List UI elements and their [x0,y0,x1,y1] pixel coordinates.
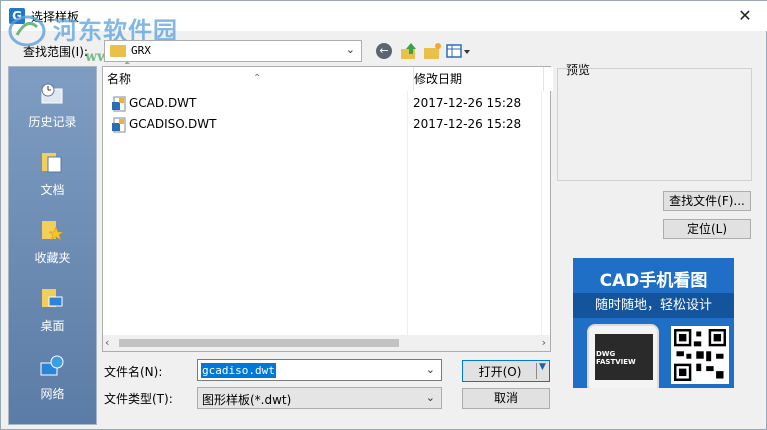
place-documents[interactable]: 文档 [9,141,96,205]
ad-banner[interactable]: CAD手机看图 随时随地，轻松设计 DWG FASTVIEW [573,258,734,388]
file-date: 2017-12-26 15:28 [413,96,522,110]
lookin-value: GRX [131,44,151,57]
ad-title: CAD手机看图 [599,271,708,291]
up-folder-icon [401,43,416,59]
file-name: GCADISO.DWT [129,117,217,131]
scroll-right-icon[interactable]: › [542,336,546,349]
network-icon [40,355,64,376]
dwt-file-icon [112,117,126,133]
filetype-value: 图形样板(*.dwt) [202,393,292,407]
back-button[interactable]: ← [376,41,398,61]
documents-icon [42,153,62,173]
new-folder-button[interactable] [422,41,444,61]
file-list: 名称 ⌃ 修改日期 GCAD.DWT 2017-12-26 15:28 GCAD… [102,66,553,352]
file-date: 2017-12-26 15:28 [413,117,522,131]
chevron-down-icon: ⌄ [425,391,435,404]
folder-icon [110,45,126,57]
ad-subtitle: 随时随地，轻松设计 [573,293,734,318]
place-label: 历史记录 [28,115,77,129]
place-label: 网络 [40,387,65,401]
file-name: GCAD.DWT [129,96,197,110]
scrollbar-thumb[interactable] [119,339,399,347]
up-folder-button[interactable] [399,41,421,61]
lookin-dropdown[interactable]: GRX ⌄ [104,40,362,62]
back-arrow-icon: ← [376,43,392,59]
filetype-label: 文件类型(T): [104,392,173,406]
view-menu-button[interactable] [445,41,473,61]
chevron-down-icon: ⌄ [345,43,355,56]
filename-value: gcadiso.dwt [201,363,276,378]
phone-brand: DWG FASTVIEW [596,350,636,366]
place-label: 收藏夹 [34,251,71,265]
place-label: 桌面 [40,319,65,333]
history-icon [41,83,63,104]
close-button[interactable]: ✕ [722,1,767,31]
filetype-select[interactable]: 图形样板(*.dwt) ⌄ [197,387,442,409]
place-history[interactable]: 历史记录 [9,73,96,137]
column-date-label: 修改日期 [414,72,463,86]
filename-input[interactable]: gcadiso.dwt ⌄ [197,359,442,381]
places-bar: 历史记录 文档 收藏夹 桌面 网络 [8,66,97,425]
open-button[interactable]: 打开(O) ▼ [462,360,550,382]
place-network[interactable]: 网络 [9,345,96,409]
column-name-label: 名称 [107,72,132,86]
open-button-label: 打开(O) [478,365,522,379]
column-header-date[interactable]: 修改日期 [413,67,543,91]
horizontal-scrollbar[interactable]: ‹ › [103,335,550,351]
file-row[interactable]: GCAD.DWT 2017-12-26 15:28 [107,94,547,114]
qr-code-icon [671,326,729,384]
view-grid-icon [446,44,470,58]
column-header-name[interactable]: 名称 ⌃ [107,67,403,91]
scroll-left-icon[interactable]: ‹ [105,336,109,349]
place-label: 文档 [40,183,65,197]
column-header-type[interactable] [543,67,553,91]
lookin-label: 查找范围(I): [23,45,88,59]
preview-box [557,68,752,181]
desktop-icon [42,289,63,307]
favorites-icon [42,221,64,241]
filename-label: 文件名(N): [104,365,163,379]
sort-up-icon: ⌃ [253,73,262,84]
new-folder-icon [424,43,441,59]
file-row[interactable]: GCADISO.DWT 2017-12-26 15:28 [107,115,547,135]
dwt-file-icon [112,96,126,112]
open-dropdown-icon[interactable]: ▼ [539,362,546,372]
chevron-down-icon[interactable]: ⌄ [426,363,435,376]
phone-image: DWG FASTVIEW [587,324,659,388]
select-template-dialog: G 选择样板 ✕ 河东软件园 www.pc0359.cn 查找范围(I): GR… [0,0,767,430]
find-file-button[interactable]: 查找文件(F)... [663,191,751,211]
place-favorites[interactable]: 收藏夹 [9,209,96,273]
split-divider [536,363,537,379]
locate-button[interactable]: 定位(L) [663,219,751,239]
cancel-button[interactable]: 取消 [462,388,550,409]
place-desktop[interactable]: 桌面 [9,277,96,341]
